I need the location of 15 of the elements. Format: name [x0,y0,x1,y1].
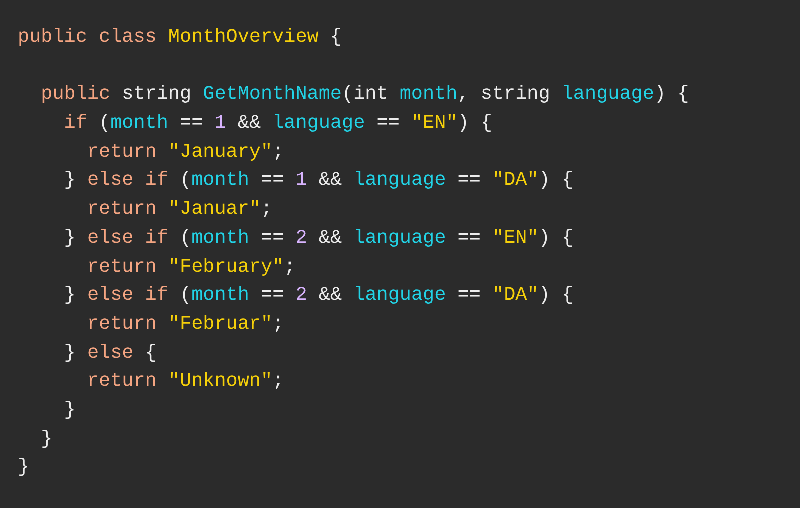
code-line: } else if (month == 2 && language == "EN") { [63,226,574,249]
code-line: if (month == 1 && language == "EN") { [63,112,492,134]
code-line: public string GetMonthName(int month, string language) { [40,83,690,106]
code-line: return "February"; [86,256,296,278]
code-line: return "January"; [86,140,284,163]
code-line: return "Januar"; [86,198,273,220]
code-line: } else if (month == 1 && language == "DA") { [63,169,574,192]
code-line: } [18,456,30,478]
code-line: } [40,428,53,450]
code-line: } [63,398,76,421]
code-line: public class MonthOverview { [18,26,342,48]
code-line: } else { [63,342,157,364]
code-line: return "Unknown"; [86,370,284,392]
code-line: } else if (month == 2 && language == "DA") { [63,284,574,306]
code-line: return "Februar"; [86,312,284,335]
